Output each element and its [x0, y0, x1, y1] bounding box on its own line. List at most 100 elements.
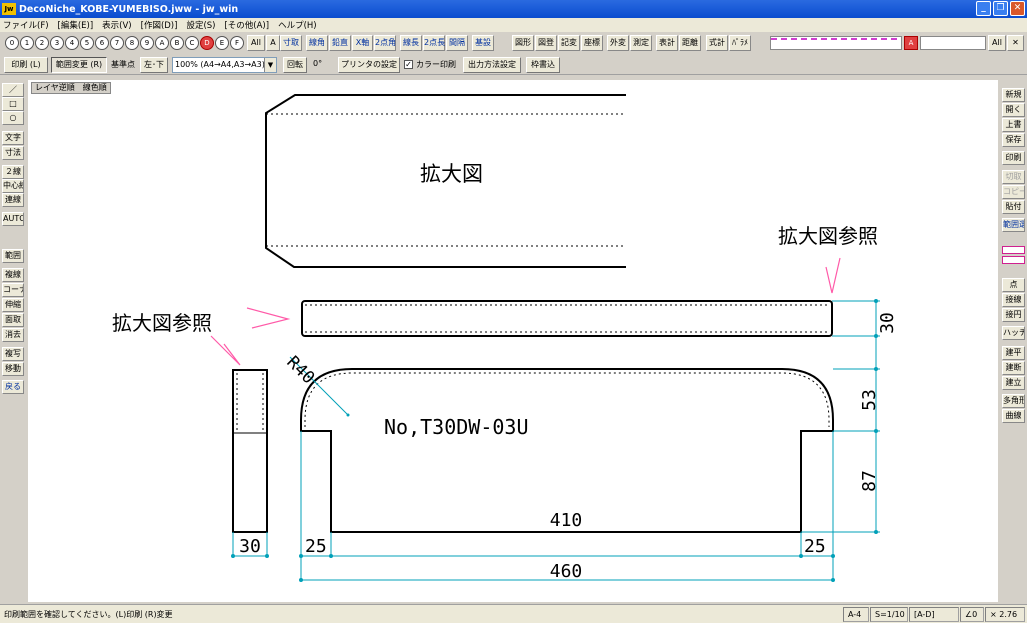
cmd-2pt-angle[interactable]: 2点角: [374, 35, 396, 51]
layer-button-b[interactable]: B: [170, 36, 184, 50]
tool-curve[interactable]: 曲線: [1002, 409, 1025, 423]
printer-settings-button[interactable]: プリンタの設定: [338, 57, 400, 73]
layer-group-all-button[interactable]: All: [988, 35, 1006, 51]
cmd-measure[interactable]: 測定: [630, 35, 652, 51]
tool-double-line[interactable]: ２線: [2, 165, 24, 179]
tool-center-line[interactable]: 中心線: [2, 179, 24, 193]
tool-building-section[interactable]: 建断: [1002, 361, 1025, 375]
cmd-parametric[interactable]: ﾊﾟﾗﾒ: [729, 35, 751, 51]
status-layer[interactable]: [A-D]: [909, 607, 959, 622]
tool-undo[interactable]: 戻る: [2, 380, 24, 394]
layer-button-6[interactable]: 6: [95, 36, 109, 50]
cmd-distance[interactable]: 距離: [679, 35, 701, 51]
layer-button-e[interactable]: E: [215, 36, 229, 50]
tool-paste[interactable]: 貼付: [1002, 200, 1025, 214]
maximize-button[interactable]: ❐: [993, 1, 1008, 16]
status-zoom[interactable]: × 2.76: [985, 607, 1025, 622]
line-type-indicator[interactable]: [1002, 256, 1025, 264]
tool-copy-clip[interactable]: コピー: [1002, 185, 1025, 199]
tool-point[interactable]: 点: [1002, 278, 1025, 292]
menu-other[interactable]: [その他(A)]: [224, 19, 269, 31]
layer-button-f[interactable]: F: [230, 36, 244, 50]
layer-button-2[interactable]: 2: [35, 36, 49, 50]
menu-settings[interactable]: 設定(S): [186, 19, 215, 31]
color-print-checkbox[interactable]: ✓: [404, 60, 413, 69]
tool-polygon[interactable]: 多角形: [1002, 394, 1025, 408]
tool-extend[interactable]: 伸縮: [2, 298, 24, 312]
layer-button-9[interactable]: 9: [140, 36, 154, 50]
menu-view[interactable]: 表示(V): [102, 19, 131, 31]
cmd-formula[interactable]: 式計: [706, 35, 728, 51]
cmd-x-axis[interactable]: X軸: [352, 35, 373, 51]
tool-range-select[interactable]: 範囲選: [1002, 218, 1025, 232]
print-scale-select[interactable]: 100% (A4→A4,A3→A3) ▼: [172, 57, 277, 73]
tool-tangent-line[interactable]: 接線: [1002, 293, 1025, 307]
tool-building-elevation[interactable]: 建立: [1002, 376, 1025, 390]
layer-group-selected[interactable]: A: [904, 36, 918, 50]
cmd-interval[interactable]: 間隔: [446, 35, 468, 51]
tool-line[interactable]: ／: [2, 83, 24, 97]
tool-range[interactable]: 範囲: [2, 249, 24, 263]
menu-help[interactable]: ヘルプ(H): [278, 19, 317, 31]
menu-file[interactable]: ファイル(F): [3, 19, 49, 31]
frame-write-button[interactable]: 枠書込: [526, 57, 560, 73]
status-scale[interactable]: S=1/10: [870, 607, 908, 622]
tool-dimension[interactable]: 寸法: [2, 146, 24, 160]
layer-group-strip[interactable]: [770, 36, 902, 50]
tool-text[interactable]: 文字: [2, 131, 24, 145]
layer-button-5[interactable]: 5: [80, 36, 94, 50]
layer-button-c[interactable]: C: [185, 36, 199, 50]
cmd-enchoku[interactable]: 鉛直: [329, 35, 351, 51]
layer-button-4[interactable]: 4: [65, 36, 79, 50]
tool-move[interactable]: 移動: [2, 362, 24, 376]
layer-button-7[interactable]: 7: [110, 36, 124, 50]
status-paper-size[interactable]: A-4: [843, 607, 869, 622]
tool-new[interactable]: 新規: [1002, 88, 1025, 102]
layer-button-1[interactable]: 1: [20, 36, 34, 50]
tool-rectangle[interactable]: □: [2, 97, 24, 111]
tool-building-plan[interactable]: 建平: [1002, 346, 1025, 360]
cmd-base-set[interactable]: 基設: [472, 35, 494, 51]
tool-continuous-line[interactable]: 連線: [2, 193, 24, 207]
layer-button-d[interactable]: D: [200, 36, 214, 50]
tool-erase[interactable]: 消去: [2, 328, 24, 342]
cmd-senkaku[interactable]: 線角: [306, 35, 328, 51]
layer-button-0[interactable]: 0: [5, 36, 19, 50]
rotate-button[interactable]: 回転: [283, 57, 307, 73]
cmd-symbol-convert[interactable]: 記変: [558, 35, 580, 51]
tool-tangent-circle[interactable]: 接円: [1002, 308, 1025, 322]
tool-overwrite[interactable]: 上書: [1002, 118, 1025, 132]
cmd-coordinate[interactable]: 座標: [581, 35, 603, 51]
layer-a-button[interactable]: A: [266, 35, 280, 51]
print-button[interactable]: 印刷 (L): [4, 57, 48, 73]
layer-button-8[interactable]: 8: [125, 36, 139, 50]
tool-circle[interactable]: ○: [2, 111, 24, 125]
layer-group-x-button[interactable]: ✕: [1007, 35, 1024, 51]
cmd-external[interactable]: 外変: [607, 35, 629, 51]
cmd-2pt-length[interactable]: 2点長: [423, 35, 445, 51]
tool-auto[interactable]: AUTO: [2, 212, 24, 226]
tool-print[interactable]: 印刷: [1002, 151, 1025, 165]
range-change-button[interactable]: 範囲変更 (R): [51, 57, 107, 73]
tool-cut[interactable]: 切取: [1002, 170, 1025, 184]
cmd-sunshu[interactable]: 寸取: [280, 35, 302, 51]
cmd-table-calc[interactable]: 表計: [656, 35, 678, 51]
close-button[interactable]: ✕: [1010, 1, 1025, 16]
cmd-line-length[interactable]: 線長: [400, 35, 422, 51]
tool-chamfer[interactable]: 面取: [2, 313, 24, 327]
layer-all-button[interactable]: All: [247, 35, 265, 51]
status-angle[interactable]: ∠0: [960, 607, 984, 622]
tool-save[interactable]: 保存: [1002, 133, 1025, 147]
layer-button-3[interactable]: 3: [50, 36, 64, 50]
tool-copy[interactable]: 複写: [2, 347, 24, 361]
menu-draw[interactable]: [作図(D)]: [141, 19, 178, 31]
output-method-button[interactable]: 出力方法設定: [463, 57, 521, 73]
minimize-button[interactable]: _: [976, 1, 991, 16]
tool-hatch[interactable]: ハッチ: [1002, 326, 1025, 340]
drawing-canvas[interactable]: レイヤ逆順 線色順 拡大図 拡大図参照 拡大図参照 R40 No,T30DW-0…: [28, 80, 998, 602]
cmd-figure[interactable]: 図形: [512, 35, 534, 51]
line-color-indicator[interactable]: [1002, 246, 1025, 254]
tool-corner[interactable]: コーナー: [2, 283, 24, 297]
tool-open[interactable]: 開く: [1002, 103, 1025, 117]
base-point-button[interactable]: 左･下: [140, 57, 168, 73]
